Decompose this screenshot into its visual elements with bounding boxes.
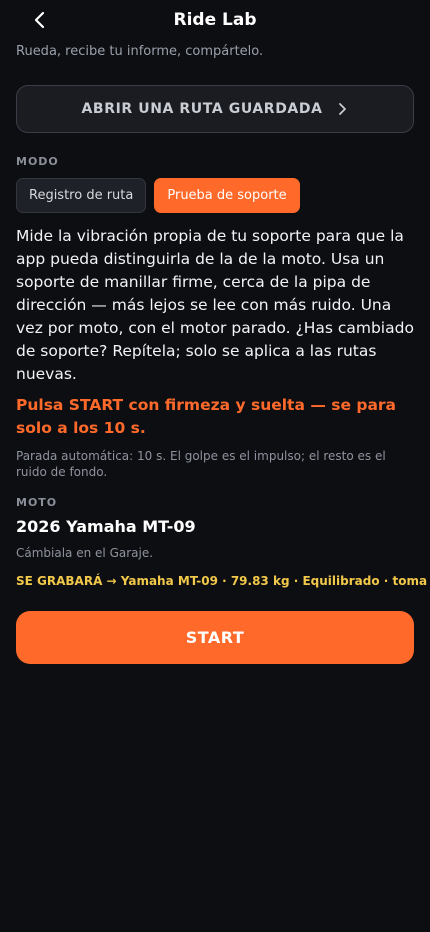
- start-button[interactable]: START: [16, 611, 414, 664]
- mount-test-description: Mide la vibración propia de tu soporte p…: [16, 227, 414, 383]
- moto-name: 2026 Yamaha MT-09: [16, 517, 196, 536]
- mode-selector: Registro de ruta Prueba de soporte: [16, 178, 414, 213]
- moto-change-hint: Cámbiala en el Garaje.: [16, 546, 154, 560]
- moto-section-label: MOTO: [16, 496, 58, 509]
- open-saved-route-label: ABRIR UNA RUTA GUARDADA: [81, 101, 323, 117]
- chevron-right-icon: [335, 102, 349, 116]
- ride-lab-screen: Ride Lab Rueda, recibe tu informe, compá…: [0, 0, 430, 932]
- open-saved-route-button[interactable]: ABRIR UNA RUTA GUARDADA: [16, 85, 414, 133]
- auto-stop-note: Parada automática: 10 s. El golpe es el …: [16, 449, 386, 479]
- page-subtitle: Rueda, recibe tu informe, compártelo.: [16, 44, 264, 59]
- start-instruction: Pulsa START con firmeza y suelta — se pa…: [16, 396, 397, 437]
- mode-option-route-log[interactable]: Registro de ruta: [16, 178, 147, 213]
- chevron-left-icon: [34, 11, 45, 29]
- page-title: Ride Lab: [173, 10, 257, 30]
- mode-option-mount-test[interactable]: Prueba de soporte: [154, 178, 300, 213]
- mode-section-label: MODO: [16, 155, 59, 168]
- back-button[interactable]: [26, 6, 54, 34]
- record-summary: SE GRABARÁ → Yamaha MT-09 · 79.83 kg · E…: [16, 574, 430, 588]
- nav-bar: Ride Lab: [16, 0, 414, 40]
